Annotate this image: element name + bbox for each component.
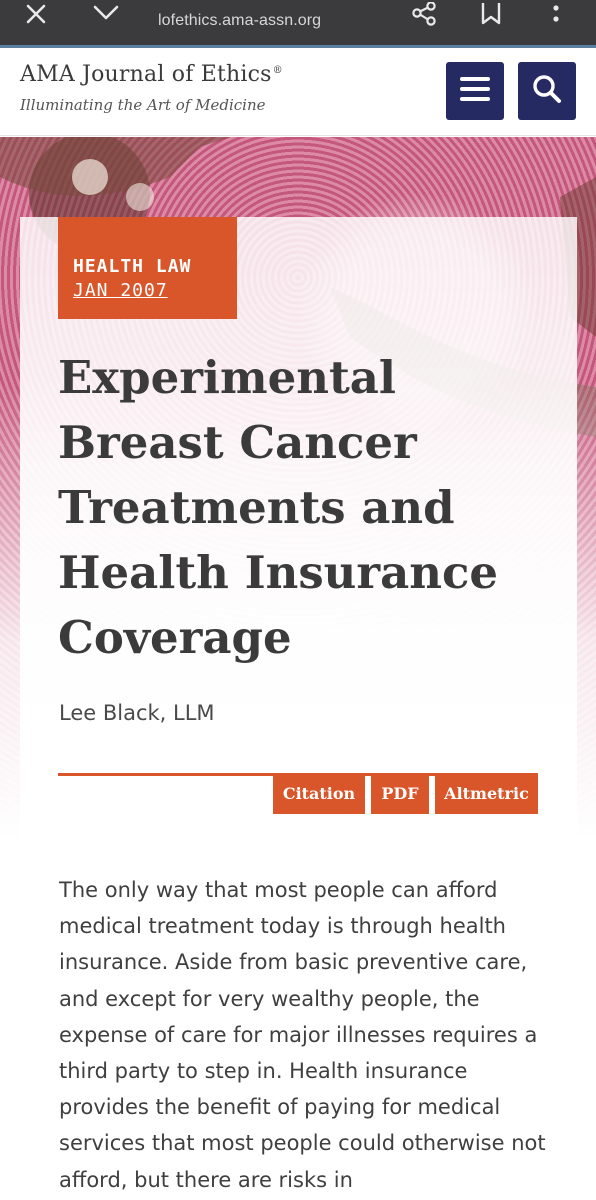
menu-button[interactable]: [446, 62, 504, 120]
browser-toolbar: lofethics.ama-assn.org: [0, 0, 596, 48]
citation-button[interactable]: Citation: [273, 773, 365, 814]
category-label[interactable]: HEALTH LAW: [73, 255, 237, 279]
search-button[interactable]: [518, 62, 576, 120]
search-icon: [532, 74, 562, 109]
article-author[interactable]: Lee Black, LLM: [59, 701, 215, 725]
pdf-button[interactable]: PDF: [371, 773, 429, 814]
more-icon[interactable]: [546, 0, 566, 30]
article-body-paragraph: The only way that most people can afford…: [59, 878, 546, 1192]
share-icon[interactable]: [404, 0, 444, 30]
url-text[interactable]: lofethics.ama-assn.org: [158, 12, 321, 30]
altmetric-button[interactable]: Altmetric: [435, 773, 538, 814]
category-badge: HEALTH LAW JAN 2007: [58, 217, 237, 319]
registered-mark: ®: [272, 64, 283, 76]
issue-date-link[interactable]: JAN 2007: [73, 279, 237, 303]
close-icon[interactable]: [14, 0, 56, 30]
site-header: AMA Journal of Ethics® Illuminating the …: [0, 48, 596, 136]
article-header-card: HEALTH LAW JAN 2007 Experimental Breast …: [20, 217, 577, 840]
article-title: Experimental Breast Cancer Treatments an…: [58, 351, 499, 664]
site-logo-title[interactable]: AMA Journal of Ethics®: [20, 62, 283, 87]
site-title-text: AMA Journal of Ethics: [20, 62, 272, 87]
chevron-down-icon[interactable]: [86, 0, 126, 30]
site-tagline: Illuminating the Art of Medicine: [20, 96, 266, 114]
bookmark-icon[interactable]: [474, 0, 508, 30]
menu-icon: [459, 76, 491, 107]
